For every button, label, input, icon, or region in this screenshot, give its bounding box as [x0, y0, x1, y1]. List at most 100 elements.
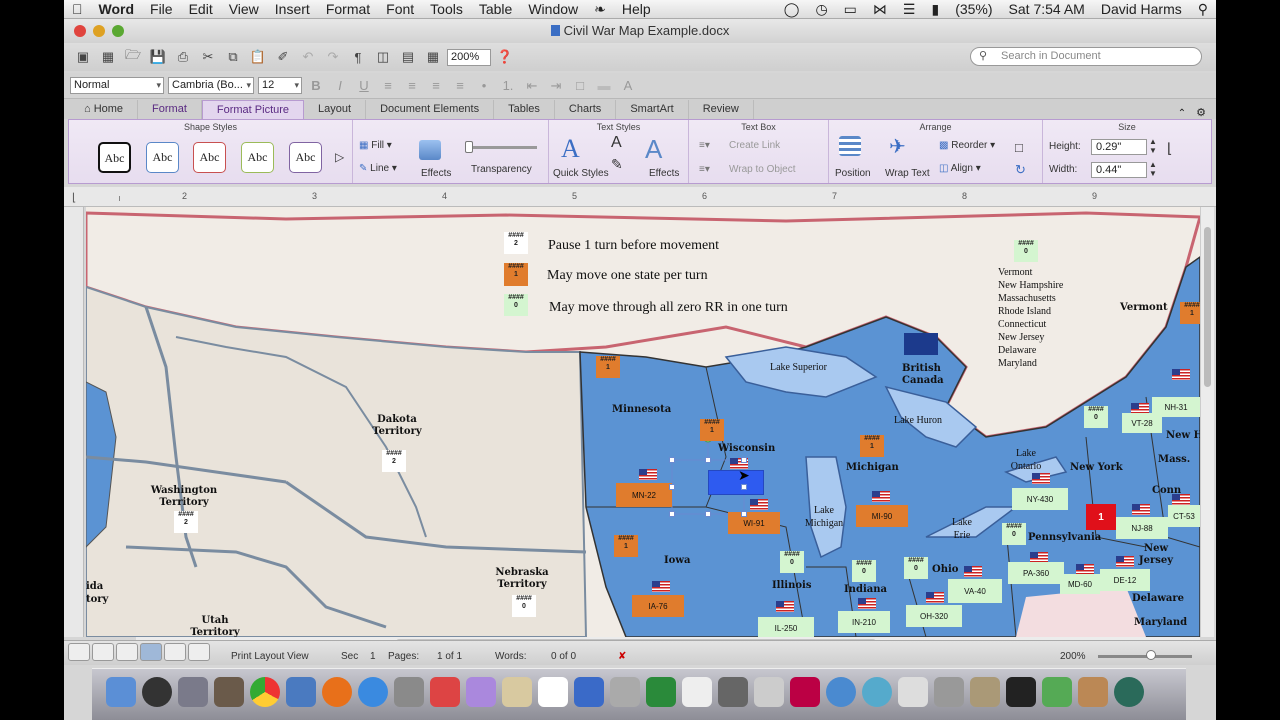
app-menu[interactable]: Word [91, 1, 143, 17]
menu-view[interactable]: View [221, 1, 267, 17]
rr-marker[interactable]: #### 0 [512, 595, 536, 617]
publishing-view-button[interactable] [116, 643, 138, 661]
quicktime-icon[interactable] [826, 677, 856, 707]
unit-box[interactable]: OH-320 [906, 605, 962, 627]
selection-handle[interactable] [741, 457, 747, 463]
width-stepper[interactable]: ▲ ▼ [1149, 160, 1157, 178]
cut-icon[interactable]: ✂ [197, 47, 219, 67]
effects-label[interactable]: Effects [421, 168, 451, 179]
effects-icon[interactable] [419, 140, 441, 160]
open-icon[interactable]: 🗁 [122, 47, 144, 67]
tab-format[interactable]: Format [138, 100, 202, 119]
finder-icon[interactable] [106, 677, 136, 707]
outline-view-button[interactable] [92, 643, 114, 661]
ribbon-settings-icon[interactable]: ⚙ [1192, 106, 1216, 119]
menu-table[interactable]: Table [471, 1, 520, 17]
print-layout-view-button[interactable] [140, 643, 162, 661]
font-color-icon[interactable]: A [618, 78, 638, 93]
preview-icon[interactable] [286, 677, 316, 707]
selection-handle[interactable] [705, 457, 711, 463]
rr-marker[interactable]: #### 1 [1180, 302, 1200, 324]
quick-styles-icon[interactable]: A [561, 134, 580, 164]
time-machine-icon[interactable]: ◷ [807, 1, 835, 18]
unit-box[interactable]: PA-360 [1008, 562, 1064, 584]
justify-icon[interactable]: ≡ [450, 78, 470, 93]
collapse-ribbon-icon[interactable]: ⌃ [1172, 108, 1192, 119]
selected-shape[interactable] [708, 470, 764, 495]
italic-icon[interactable]: I [330, 78, 350, 93]
position-icon[interactable] [839, 136, 861, 156]
decrease-indent-icon[interactable]: ⇤ [522, 78, 542, 94]
rr-marker[interactable]: #### 1 [860, 435, 884, 457]
align-left-icon[interactable]: ≡ [378, 78, 398, 93]
font-select[interactable]: Cambria (Bo... [168, 77, 254, 94]
rotate-icon[interactable]: ↻ [1015, 162, 1026, 178]
word-icon[interactable] [574, 677, 604, 707]
rr-marker[interactable]: #### 2 [382, 450, 406, 472]
numbering-icon[interactable]: 1. [498, 78, 518, 93]
zoom-window-button[interactable] [112, 25, 124, 37]
unit-box[interactable]: NJ-88 [1116, 517, 1168, 539]
rr-marker[interactable]: #### 0 [904, 557, 928, 579]
unit-box[interactable]: DE-12 [1100, 569, 1150, 591]
rr-marker[interactable]: #### 1 [596, 356, 620, 378]
gmail-icon[interactable] [430, 677, 460, 707]
text-align-icon[interactable]: ≡▾ [699, 164, 710, 175]
spotlight-icon[interactable]: ⚲ [1190, 1, 1216, 18]
clock[interactable]: Sat 7:54 AM [1001, 1, 1093, 17]
presentation-icon[interactable] [790, 677, 820, 707]
text-direction-icon[interactable]: ≡▾ [699, 140, 710, 151]
menu-window[interactable]: Window [520, 1, 586, 17]
calendar-icon[interactable] [538, 677, 568, 707]
unit-box[interactable]: NY-430 [1012, 488, 1068, 510]
tab-charts[interactable]: Charts [555, 100, 617, 119]
new-document-icon[interactable]: ▣ [72, 47, 94, 67]
selection-handle[interactable] [705, 511, 711, 517]
rr-marker[interactable]: #### 0 [780, 551, 804, 573]
align-right-icon[interactable]: ≡ [426, 78, 446, 93]
text-effects-icon[interactable]: A [645, 134, 662, 165]
wrap-to-object-button[interactable]: Wrap to Object [729, 164, 796, 175]
zoom-slider-thumb[interactable] [1146, 650, 1156, 660]
text-effects-label[interactable]: Effects [649, 168, 679, 179]
garageband-icon[interactable] [1078, 677, 1108, 707]
legend-rr-icon[interactable]: #### 1 [504, 263, 528, 286]
reorder-button[interactable]: ▩ Reorder ▾ [939, 140, 995, 151]
increase-indent-icon[interactable]: ⇥ [546, 78, 566, 94]
transparency-slider[interactable] [467, 146, 537, 149]
text-line-icon[interactable]: ✎ [611, 156, 623, 173]
menu-file[interactable]: File [142, 1, 181, 17]
script-menu-icon[interactable]: ❧ [586, 1, 614, 18]
bold-icon[interactable]: B [306, 78, 326, 93]
evernote-icon[interactable] [1042, 677, 1072, 707]
close-window-button[interactable] [74, 25, 86, 37]
contacts-icon[interactable] [502, 677, 532, 707]
imovie-icon[interactable] [1006, 677, 1036, 707]
show-hide-icon[interactable]: ¶ [347, 47, 369, 67]
red-marker[interactable]: 1 [1086, 504, 1116, 530]
align-button[interactable]: ◫ Align ▾ [939, 163, 981, 174]
undo-icon[interactable]: ↶ [297, 47, 319, 67]
selection-handle[interactable] [741, 511, 747, 517]
toolbox-icon[interactable]: ▦ [422, 47, 444, 67]
save-icon[interactable]: 💾 [147, 47, 169, 67]
unit-box[interactable]: IN-210 [838, 611, 890, 633]
selection-handle[interactable] [669, 511, 675, 517]
focus-view-button[interactable] [188, 643, 210, 661]
template-gallery-icon[interactable]: ▦ [97, 47, 119, 67]
zoom-slider[interactable] [1098, 655, 1192, 658]
legend-rr-icon[interactable]: #### 2 [504, 232, 528, 254]
itunes-icon[interactable] [862, 677, 892, 707]
minimize-window-button[interactable] [93, 25, 105, 37]
firefox-icon[interactable] [322, 677, 352, 707]
unit-box[interactable]: IA-76 [632, 595, 684, 617]
search-input[interactable]: ⚲ Search in Document [970, 47, 1202, 66]
height-stepper[interactable]: ▲ ▼ [1149, 137, 1157, 155]
migration-icon[interactable] [934, 677, 964, 707]
unit-box[interactable]: CT-53 [1168, 505, 1200, 527]
system-preferences-icon[interactable] [610, 677, 640, 707]
height-input[interactable]: 0.29" [1091, 139, 1147, 155]
borders-icon[interactable]: □ [570, 78, 590, 93]
unit-box[interactable]: MI-90 [856, 505, 908, 527]
shape-style-1[interactable]: Abc [98, 142, 131, 173]
